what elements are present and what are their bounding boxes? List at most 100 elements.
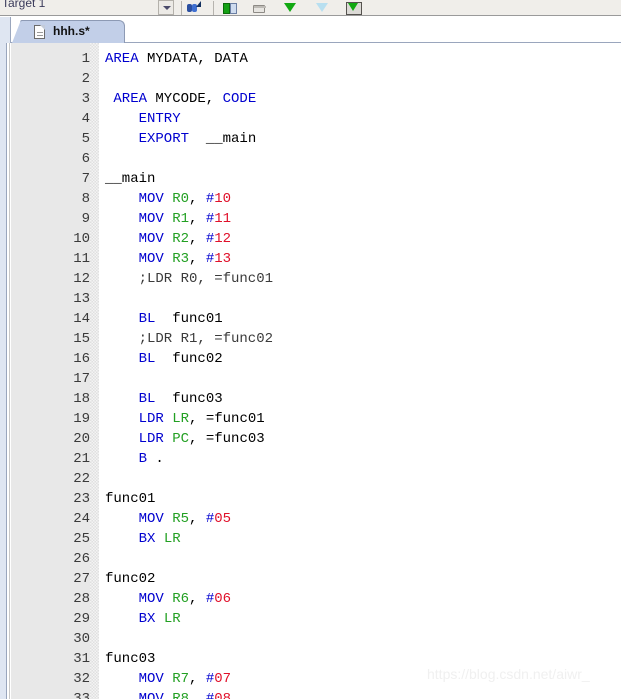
token-plain: func03 bbox=[105, 651, 156, 667]
code-line: 13 bbox=[0, 289, 621, 309]
code-line-text: BL func02 bbox=[139, 349, 223, 369]
line-number: 5 bbox=[81, 131, 90, 147]
token-cmt: ;LDR R0, =func01 bbox=[138, 271, 274, 287]
line-number: 17 bbox=[73, 371, 90, 387]
line-number: 29 bbox=[73, 611, 90, 627]
token-num: 13 bbox=[214, 251, 232, 267]
token-plain: . bbox=[147, 451, 164, 467]
code-line: 31 func03 bbox=[0, 649, 621, 669]
code-line-text: ;LDR R0, =func01 bbox=[139, 269, 273, 289]
code-line: 15 ;LDR R1, =func02 bbox=[0, 329, 621, 349]
token-num: 11 bbox=[214, 211, 232, 227]
token-plain: , =func01 bbox=[189, 411, 265, 427]
code-line: 19 LDR LR, =func01 bbox=[0, 409, 621, 429]
token-kw: MOV bbox=[138, 691, 164, 699]
code-line: 23 func01 bbox=[0, 489, 621, 509]
line-number: 7 bbox=[81, 171, 90, 187]
code-line-text: LDR PC, =func03 bbox=[139, 429, 265, 449]
token-num: 07 bbox=[214, 671, 232, 687]
code-line-text: BL func01 bbox=[139, 309, 223, 329]
target-selector-dropdown-arrow[interactable] bbox=[158, 0, 174, 15]
token-kw: EXPORT bbox=[138, 131, 190, 147]
build-icon[interactable] bbox=[222, 1, 238, 15]
token-hash: # bbox=[205, 591, 215, 607]
code-line-text: EXPORT __main bbox=[139, 129, 257, 149]
code-line: 17 bbox=[0, 369, 621, 389]
code-line: 14 BL func01 bbox=[0, 309, 621, 329]
token-kw: BX bbox=[138, 531, 156, 547]
code-line: 30 bbox=[0, 629, 621, 649]
code-line-text: __main bbox=[105, 169, 155, 189]
download-disabled-icon bbox=[314, 1, 330, 15]
token-num: 05 bbox=[214, 511, 232, 527]
token-kw: MOV bbox=[138, 251, 164, 267]
token-num: 06 bbox=[214, 591, 232, 607]
token-reg: R3 bbox=[172, 251, 190, 267]
token-plain: __main bbox=[105, 171, 156, 187]
code-line-text: func03 bbox=[105, 649, 155, 669]
load-to-flash-icon[interactable] bbox=[346, 1, 362, 15]
line-number: 23 bbox=[73, 491, 90, 507]
code-line: 12 ;LDR R0, =func01 bbox=[0, 269, 621, 289]
line-number: 25 bbox=[73, 531, 90, 547]
line-number: 30 bbox=[73, 631, 90, 647]
code-line: 33 MOV R8, #08 bbox=[0, 689, 621, 699]
tab-label: hhh.s* bbox=[53, 24, 90, 38]
line-number: 1 bbox=[81, 51, 90, 67]
token-num: 12 bbox=[214, 231, 232, 247]
token-kw: LDR bbox=[138, 431, 164, 447]
line-number: 16 bbox=[73, 351, 90, 367]
editor-tabstrip: hhh.s* bbox=[0, 17, 621, 43]
code-line-text: B . bbox=[139, 449, 164, 469]
token-kw: BL bbox=[138, 351, 156, 367]
toolbar-separator bbox=[181, 1, 182, 15]
line-number: 22 bbox=[73, 471, 90, 487]
code-line: 2 bbox=[0, 69, 621, 89]
code-line: 1 AREA MYDATA, DATA bbox=[0, 49, 621, 69]
token-hash: # bbox=[205, 511, 215, 527]
line-number: 24 bbox=[73, 511, 90, 527]
token-reg: R2 bbox=[172, 231, 190, 247]
token-plain: , bbox=[189, 191, 206, 207]
token-hash: # bbox=[205, 211, 215, 227]
code-editor[interactable]: 1 AREA MYDATA, DATA 2 3 AREA MYCODE, CODE 4 EN… bbox=[0, 43, 621, 699]
code-line-text: MOV R2, #12 bbox=[139, 229, 231, 249]
target-selector-label[interactable]: Target 1 bbox=[2, 0, 45, 10]
download-icon[interactable] bbox=[282, 1, 298, 15]
line-number: 9 bbox=[81, 211, 90, 227]
line-number: 31 bbox=[73, 651, 90, 667]
code-line: 26 bbox=[0, 549, 621, 569]
rebuild-all-icon[interactable] bbox=[251, 1, 267, 15]
tabstrip-left-edge bbox=[0, 17, 11, 43]
keil-editor-window: Target 1 hhh.s* 1 AREA MYDATA, DATA 2 3 … bbox=[0, 0, 621, 699]
code-line-text: MOV R5, #05 bbox=[139, 509, 231, 529]
token-reg: LR bbox=[163, 611, 181, 627]
line-number: 19 bbox=[73, 411, 90, 427]
code-line-text: MOV R0, #10 bbox=[139, 189, 231, 209]
code-line-text: BX LR bbox=[139, 609, 181, 629]
code-line-text: MOV R6, #06 bbox=[139, 589, 231, 609]
line-number: 32 bbox=[73, 671, 90, 687]
tab-hhh-s[interactable]: hhh.s* bbox=[12, 20, 125, 43]
code-line: 32 MOV R7, #07 bbox=[0, 669, 621, 689]
code-line: 21 B . bbox=[0, 449, 621, 469]
token-kw: MOV bbox=[138, 191, 164, 207]
code-line-text: AREA MYCODE, CODE bbox=[113, 89, 256, 109]
code-line: 22 bbox=[0, 469, 621, 489]
token-reg: R6 bbox=[172, 591, 190, 607]
find-in-files-icon[interactable] bbox=[186, 1, 202, 15]
code-line-text: BL func03 bbox=[139, 389, 223, 409]
token-plain: , bbox=[189, 591, 206, 607]
line-number: 15 bbox=[73, 331, 90, 347]
token-plain: , bbox=[189, 231, 206, 247]
code-line: 6 bbox=[0, 149, 621, 169]
token-kw: AREA bbox=[113, 91, 147, 107]
token-kw: BL bbox=[138, 311, 156, 327]
token-plain: DATA bbox=[214, 51, 248, 67]
